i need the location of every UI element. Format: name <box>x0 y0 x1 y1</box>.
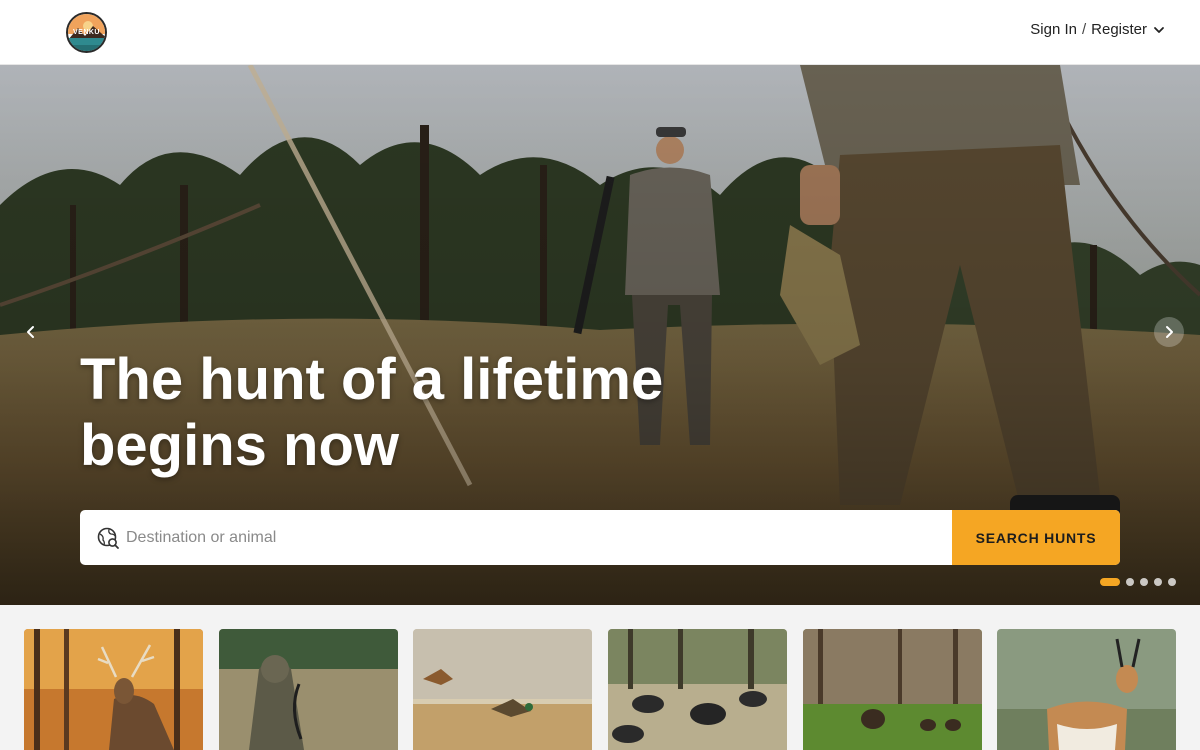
category-card-turkey[interactable] <box>803 629 982 750</box>
headline-line-1: The hunt of a lifetime <box>80 347 664 412</box>
chevron-down-icon <box>1154 26 1164 33</box>
category-strip <box>0 605 1200 750</box>
category-card-waterfowl[interactable] <box>413 629 592 750</box>
site-header: VENKU Sign In / Register <box>0 0 1200 65</box>
category-card-hogs[interactable] <box>608 629 787 750</box>
carousel-dot[interactable] <box>1140 578 1148 586</box>
bowhunter-image <box>219 629 398 750</box>
pronghorn-image <box>997 629 1176 750</box>
hunt-search-bar: SEARCH HUNTS <box>80 510 1120 565</box>
carousel-dot[interactable] <box>1126 578 1134 586</box>
hero-headline: The hunt of a lifetime begins now <box>80 347 780 479</box>
account-menu[interactable]: Sign In / Register <box>1030 21 1166 38</box>
carousel-indicators <box>1100 578 1176 586</box>
carousel-dot[interactable] <box>1100 578 1120 586</box>
search-input[interactable] <box>124 510 952 565</box>
hero-carousel: The hunt of a lifetime begins now SEARCH… <box>0 65 1200 605</box>
venku-logo[interactable]: VENKU <box>66 12 107 53</box>
deer-image <box>24 629 203 750</box>
turkeys-image <box>803 629 982 750</box>
register-link[interactable]: Register <box>1091 21 1147 38</box>
category-card-deer[interactable] <box>24 629 203 750</box>
category-card-bowhunting[interactable] <box>219 629 398 750</box>
category-card-pronghorn[interactable] <box>997 629 1176 750</box>
hogs-image <box>608 629 787 750</box>
logo-wordmark: VENKU <box>72 29 100 36</box>
carousel-dot[interactable] <box>1168 578 1176 586</box>
carousel-next-button[interactable] <box>1154 317 1184 347</box>
chevron-right-icon <box>1166 326 1173 338</box>
ducks-image <box>413 629 592 750</box>
headline-line-2: begins now <box>80 413 399 478</box>
carousel-prev-button[interactable] <box>16 317 46 347</box>
carousel-dot[interactable] <box>1154 578 1162 586</box>
chevron-left-icon <box>27 326 34 338</box>
account-separator: / <box>1081 21 1087 38</box>
sign-in-link[interactable]: Sign In <box>1030 21 1077 38</box>
search-hunts-button[interactable]: SEARCH HUNTS <box>952 510 1120 565</box>
globe-search-icon <box>80 510 124 565</box>
